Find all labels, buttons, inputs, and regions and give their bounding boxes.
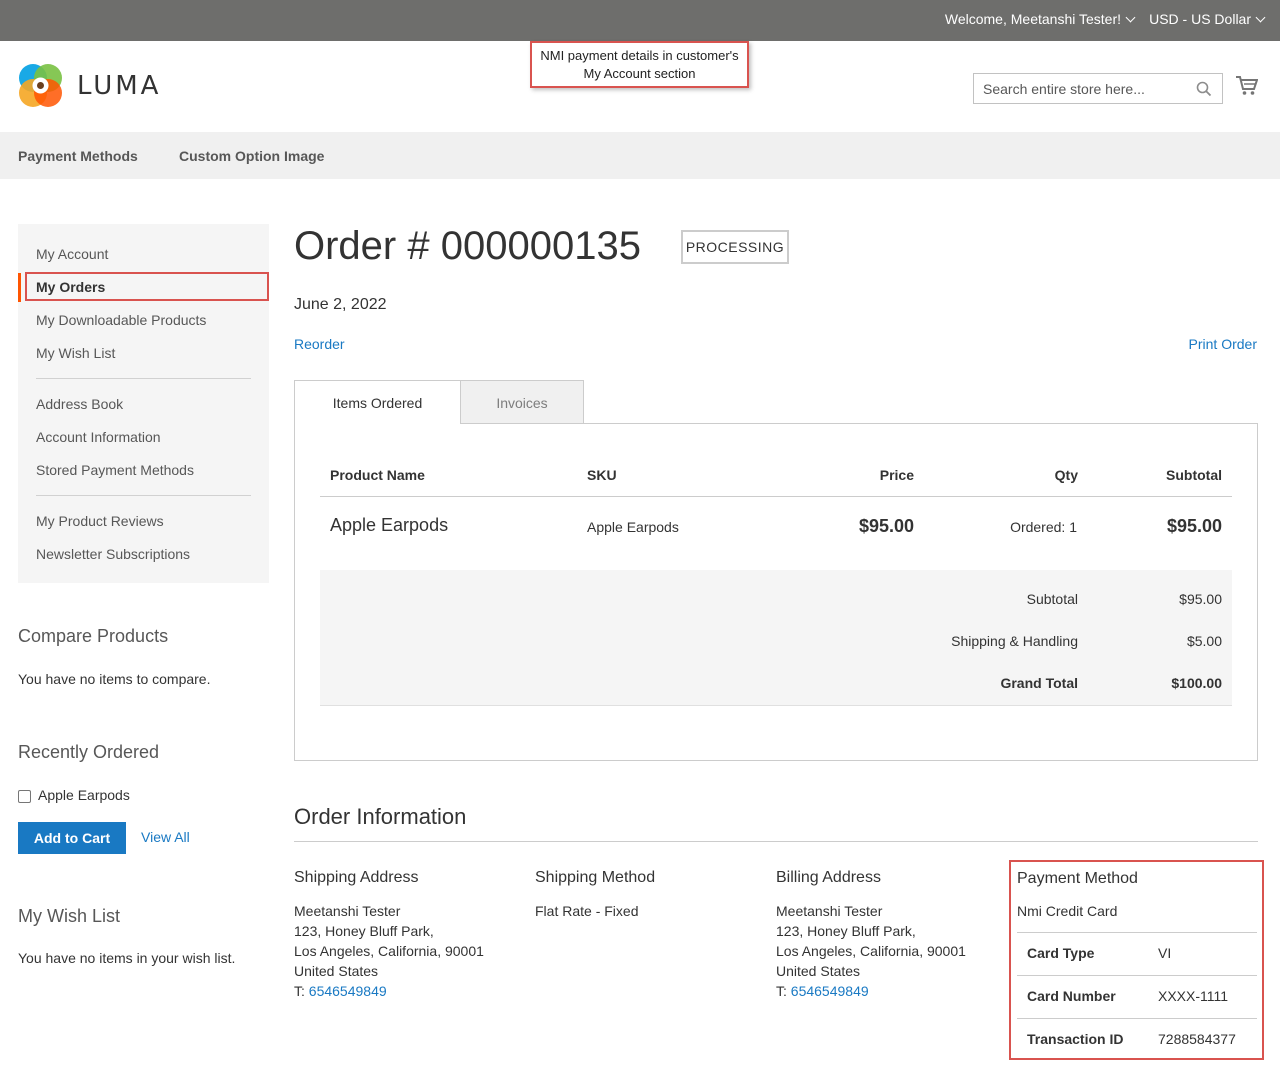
order-information-title: Order Information (294, 804, 467, 829)
divider (1017, 932, 1257, 933)
shipping-label: Shipping & Handling (951, 633, 1078, 649)
wishlist-title: My Wish List (18, 906, 121, 926)
phone-prefix: T: (294, 983, 305, 999)
order-totals (320, 570, 1232, 706)
sidebar-item-address-book[interactable]: Address Book (36, 396, 123, 412)
shipping-method-value: Flat Rate - Fixed (535, 903, 639, 919)
sidebar-item-wish-list[interactable]: My Wish List (36, 345, 115, 361)
print-order-link[interactable]: Print Order (1189, 336, 1257, 352)
order-date: June 2, 2022 (294, 296, 387, 313)
item-sku: Apple Earpods (587, 519, 679, 535)
nav-item-payment-methods[interactable]: Payment Methods (18, 148, 138, 164)
card-number-label: Card Number (1027, 988, 1116, 1004)
main-navigation: Payment Methods Custom Option Image (0, 132, 1280, 179)
store-logo[interactable]: LUMA (18, 63, 161, 108)
tab-items-ordered[interactable]: Items Ordered (294, 380, 461, 424)
search-box (973, 73, 1223, 104)
address-country: United States (294, 963, 379, 979)
column-header-sku: SKU (587, 467, 617, 483)
add-to-cart-button[interactable]: Add to Cart (18, 822, 126, 854)
column-header-subtotal: Subtotal (1166, 467, 1222, 483)
subtotal-value: $95.00 (1179, 591, 1222, 607)
top-panel: Welcome, Meetanshi Tester! USD - US Doll… (0, 0, 1280, 41)
sidebar-item-downloadable-products[interactable]: My Downloadable Products (36, 312, 206, 328)
payment-method-title: Payment Method (1017, 870, 1138, 887)
shipping-address-title: Shipping Address (294, 869, 419, 886)
grand-total-value: $100.00 (1171, 675, 1222, 691)
tab-invoices[interactable]: Invoices (460, 380, 584, 424)
recently-ordered-item[interactable]: Apple Earpods (38, 787, 130, 803)
recently-ordered-checkbox[interactable] (18, 790, 31, 803)
billing-address: Meetanshi Tester 123, Honey Bluff Park, … (776, 901, 966, 1001)
billing-address-title: Billing Address (776, 869, 881, 886)
address-city: Los Angeles, California, 90001 (776, 943, 966, 959)
item-subtotal: $95.00 (1166, 516, 1222, 536)
wishlist-empty-text: You have no items in your wish list. (18, 950, 236, 966)
sidebar-item-stored-payment-methods[interactable]: Stored Payment Methods (36, 462, 194, 478)
divider (1017, 1018, 1257, 1019)
address-name: Meetanshi Tester (776, 903, 883, 919)
card-type-value: VI (1158, 945, 1172, 961)
search-input[interactable] (974, 74, 1222, 103)
page-title: Order # 000000135 (294, 224, 641, 268)
address-country: United States (776, 963, 861, 979)
nav-item-custom-option-image[interactable]: Custom Option Image (179, 148, 324, 164)
shipping-value: $5.00 (1186, 633, 1222, 649)
account-navigation: My Account My Orders My Downloadable Pro… (18, 224, 269, 583)
compare-empty-text: You have no items to compare. (18, 671, 211, 687)
phone-prefix: T: (776, 983, 787, 999)
recently-ordered-title: Recently Ordered (18, 742, 160, 762)
divider (1017, 975, 1257, 976)
search-icon[interactable] (1196, 81, 1212, 97)
card-type-label: Card Type (1027, 945, 1095, 961)
items-ordered-panel: Product Name SKU Price Qty Subtotal Appl… (294, 423, 1258, 761)
annotation-callout: NMI payment details in customer's My Acc… (530, 41, 749, 88)
status-badge: PROCESSING (681, 230, 789, 264)
sidebar-item-product-reviews[interactable]: My Product Reviews (36, 513, 164, 529)
column-header-product-name: Product Name (330, 467, 425, 483)
shipping-method-title: Shipping Method (535, 869, 656, 886)
reorder-link[interactable]: Reorder (294, 336, 345, 352)
column-header-price: Price (879, 467, 914, 483)
transaction-id-value: 7288584377 (1158, 1031, 1236, 1047)
sidebar-item-my-orders[interactable]: My Orders (36, 279, 105, 295)
logo-text: LUMA (77, 70, 162, 101)
view-all-link[interactable]: View All (141, 829, 190, 845)
column-header-qty: Qty (1054, 467, 1078, 483)
currency-switcher[interactable]: USD - US Dollar (1149, 11, 1266, 27)
address-street: 123, Honey Bluff Park, (776, 923, 916, 939)
compare-title: Compare Products (18, 626, 169, 646)
grand-total-label: Grand Total (1000, 675, 1078, 691)
item-qty: Ordered: 1 (1010, 519, 1077, 535)
active-indicator (18, 273, 21, 302)
customer-welcome-menu[interactable]: Welcome, Meetanshi Tester! (944, 11, 1136, 27)
phone-link[interactable]: 6546549849 (791, 983, 869, 999)
subtotal-label: Subtotal (1026, 591, 1078, 607)
luma-logo-icon (19, 64, 62, 107)
address-name: Meetanshi Tester (294, 903, 401, 919)
divider (36, 495, 251, 496)
table-divider (320, 496, 1232, 497)
payment-method-box: Payment Method Nmi Credit Card Card Type… (1009, 860, 1264, 1060)
currency-text: USD - US Dollar (1149, 11, 1251, 27)
chevron-down-icon (1255, 12, 1266, 23)
minicart-icon[interactable] (1236, 76, 1258, 96)
address-street: 123, Honey Bluff Park, (294, 923, 434, 939)
card-number-value: XXXX-1111 (1158, 988, 1229, 1004)
phone-link[interactable]: 6546549849 (309, 983, 387, 999)
shipping-address: Meetanshi Tester 123, Honey Bluff Park, … (294, 901, 484, 1001)
item-price: $95.00 (858, 516, 914, 536)
sidebar-item-my-account[interactable]: My Account (36, 246, 108, 262)
transaction-id-label: Transaction ID (1027, 1031, 1124, 1047)
payment-method-name: Nmi Credit Card (1017, 903, 1118, 919)
welcome-text: Welcome, Meetanshi Tester! (944, 11, 1121, 27)
sidebar-item-newsletter-subscriptions[interactable]: Newsletter Subscriptions (36, 546, 190, 562)
sidebar-item-account-information[interactable]: Account Information (36, 429, 161, 445)
chevron-down-icon (1125, 12, 1136, 23)
address-city: Los Angeles, California, 90001 (294, 943, 484, 959)
item-product-name: Apple Earpods (330, 515, 449, 535)
divider (294, 841, 1258, 842)
divider (36, 378, 251, 379)
